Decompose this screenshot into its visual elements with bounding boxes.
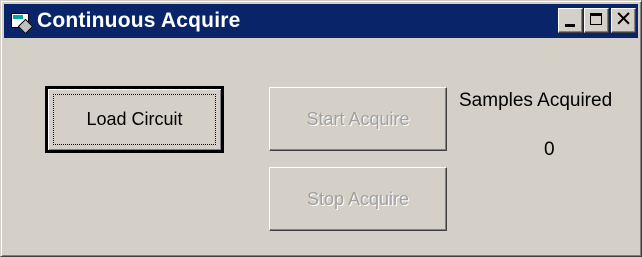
title-bar[interactable]: Continuous Acquire ✕ [4,4,638,38]
focus-rectangle [53,94,216,145]
start-acquire-label: Start Acquire [306,108,410,129]
start-acquire-button[interactable]: Start Acquire [269,87,447,151]
close-button[interactable]: ✕ [611,7,636,33]
title-bar-buttons: ✕ [558,7,636,33]
window-title: Continuous Acquire [37,9,241,32]
maximize-button[interactable] [584,8,609,33]
stop-acquire-label: Stop Acquire [306,188,410,209]
minimize-icon [565,24,575,27]
app-window-icon[interactable] [10,11,34,35]
load-circuit-button[interactable]: Load Circuit [45,86,224,153]
maximize-icon [590,13,602,25]
samples-acquired-value: 0 [544,139,555,160]
continuous-acquire-window: Continuous Acquire ✕ Load Circuit Start … [0,0,642,257]
close-icon: ✕ [614,7,633,31]
samples-acquired-label: Samples Acquired [459,90,613,111]
minimize-button[interactable] [558,8,583,33]
stop-acquire-button[interactable]: Stop Acquire [269,167,447,231]
